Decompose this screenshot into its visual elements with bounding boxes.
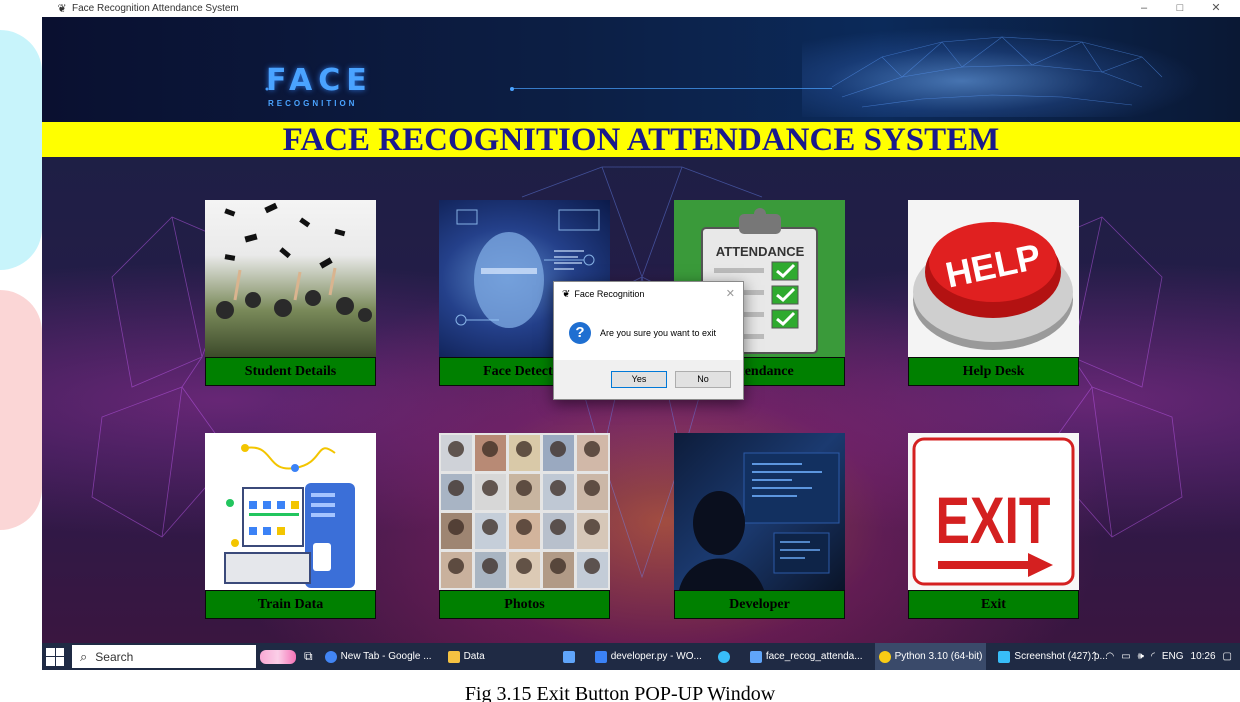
- python-icon: [878, 650, 891, 663]
- face-logo-text: FACE: [266, 63, 373, 98]
- feather-icon: ❦: [562, 288, 571, 300]
- maximize-button[interactable]: □: [1162, 0, 1198, 17]
- folder-icon: [749, 650, 762, 663]
- feather-icon: ❦: [57, 3, 67, 15]
- taskbar-app-vscode[interactable]: developer.py - WO...: [591, 643, 706, 670]
- developer-image: [674, 433, 845, 590]
- window-controls: – □ ✕: [1126, 0, 1234, 17]
- notification-icon[interactable]: ▢: [1223, 651, 1232, 662]
- figure-caption: Fig 3.15 Exit Button POP-UP Window: [464, 683, 776, 702]
- yes-button[interactable]: Yes: [611, 370, 667, 388]
- page-title: FACE RECOGNITION ATTENDANCE SYSTEM: [282, 122, 1000, 158]
- question-icon: ?: [569, 322, 591, 344]
- taskbar-search[interactable]: ⌕ Search: [72, 645, 256, 668]
- exit-button[interactable]: Exit: [908, 590, 1079, 619]
- chrome-icon: [324, 650, 337, 663]
- dialog-message: Are you sure you want to exit: [600, 328, 717, 338]
- battery-icon[interactable]: ▭: [1121, 651, 1130, 662]
- windows-taskbar: ⌕ Search ⧉ New Tab - Google ... Data dev…: [42, 643, 1240, 670]
- tile-exit[interactable]: EXIT Exit: [908, 433, 1079, 619]
- student-details-button[interactable]: Student Details: [205, 357, 376, 386]
- system-tray: ⌃ ◠ ▭ 🕪 ◜ ENG 10:26 ▢: [1090, 651, 1232, 662]
- dialog-title: Face Recognition: [574, 289, 645, 299]
- header-banner: FACE RECOGNITION: [42, 17, 1240, 122]
- banner-line: [512, 88, 832, 89]
- heading-bar: FACE RECOGNITION ATTENDANCE SYSTEM: [42, 122, 1240, 158]
- dialog-buttons: Yes No: [554, 360, 743, 398]
- train-data-illustration: [205, 433, 376, 590]
- mail-icon: [562, 650, 575, 663]
- windows-start-icon[interactable]: [46, 647, 64, 666]
- taskbar-app-chrome[interactable]: New Tab - Google ...: [321, 643, 436, 670]
- page-decoration-cyan: [0, 30, 42, 270]
- language-indicator[interactable]: ENG: [1162, 651, 1184, 662]
- tile-train-data[interactable]: Train Data: [205, 433, 376, 619]
- folder-icon: [447, 650, 460, 663]
- wifi-icon[interactable]: ◜: [1151, 651, 1155, 662]
- banner-network-lines: [265, 36, 1163, 108]
- tile-photos[interactable]: Photos: [439, 433, 610, 619]
- clock[interactable]: 10:26: [1191, 651, 1216, 662]
- train-data-button[interactable]: Train Data: [205, 590, 376, 619]
- taskbar-app-folder[interactable]: Data: [444, 643, 489, 670]
- help-button-image: HELP: [908, 200, 1079, 357]
- recognition-logo-subtext: RECOGNITION: [268, 99, 358, 108]
- taskbar-app-folder-project[interactable]: face_recog_attenda...: [746, 643, 867, 670]
- close-button[interactable]: ✕: [1198, 0, 1234, 17]
- help-desk-button[interactable]: Help Desk: [908, 357, 1079, 386]
- window-title: Face Recognition Attendance System: [72, 3, 239, 14]
- taskbar-app-python[interactable]: Python 3.10 (64-bit): [874, 643, 987, 670]
- exit-sign-image: EXIT: [908, 433, 1079, 590]
- speaker-icon[interactable]: 🕪: [1138, 651, 1144, 662]
- search-highlight-icon: [260, 649, 296, 664]
- tile-help-desk[interactable]: HELP Help Desk: [908, 200, 1079, 386]
- tile-developer[interactable]: Developer: [674, 433, 845, 619]
- exit-confirm-dialog: ❦ Face Recognition ✕ ? Are you sure you …: [553, 281, 744, 400]
- dialog-close-icon[interactable]: ✕: [726, 287, 735, 300]
- no-button[interactable]: No: [675, 370, 731, 388]
- dialog-body: ? Are you sure you want to exit: [554, 306, 743, 360]
- taskbar-app-telegram[interactable]: [714, 643, 738, 670]
- search-placeholder: Search: [95, 649, 134, 664]
- taskbar-app-mail[interactable]: [559, 643, 583, 670]
- graduation-caps-image: [205, 200, 376, 357]
- vscode-icon: [594, 650, 607, 663]
- tile-student-details[interactable]: Student Details: [205, 200, 376, 386]
- search-icon: ⌕: [80, 648, 88, 664]
- developer-button[interactable]: Developer: [674, 590, 845, 619]
- photos-icon: [998, 650, 1011, 663]
- title-bar: ❦ Face Recognition Attendance System – □…: [42, 0, 1240, 17]
- photos-button[interactable]: Photos: [439, 590, 610, 619]
- attendance-image-text: ATTENDANCE: [716, 244, 805, 259]
- chevron-up-icon[interactable]: ⌃: [1090, 651, 1098, 662]
- page-decoration-red: [0, 290, 42, 530]
- task-view-icon[interactable]: ⧉: [304, 649, 313, 664]
- exit-image-text: EXIT: [936, 483, 1051, 557]
- network-icon[interactable]: ◠: [1105, 651, 1114, 662]
- dialog-title-bar: ❦ Face Recognition ✕: [554, 282, 743, 306]
- telegram-icon: [717, 650, 730, 663]
- minimize-button[interactable]: –: [1126, 0, 1162, 17]
- photo-grid-image: [439, 433, 610, 590]
